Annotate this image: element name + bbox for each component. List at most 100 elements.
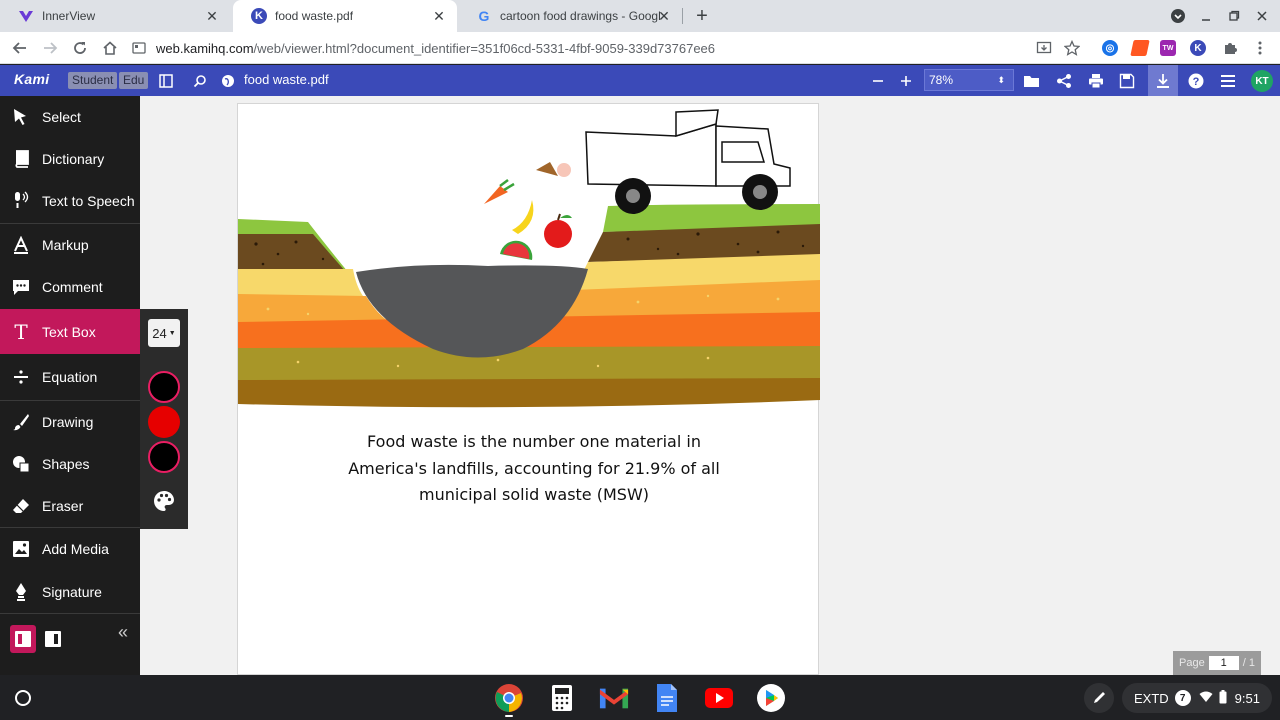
sidebar-item-label: Signature (42, 584, 102, 600)
color-swatch-black[interactable] (148, 371, 180, 403)
search-icon[interactable] (190, 71, 210, 91)
sidebar-item-label: Markup (42, 237, 89, 253)
zoom-out-icon[interactable] (868, 71, 888, 91)
sidebar-item-markup[interactable]: Markup (0, 224, 140, 266)
page-indicator: Page 1 / 1 (1173, 651, 1261, 675)
tab-google[interactable]: G cartoon food drawings - Google ✕ (458, 0, 682, 32)
sidebar-item-equation[interactable]: Equation (0, 356, 140, 398)
chevron-down-icon: ▼ (168, 329, 176, 337)
gmail-app-icon[interactable] (599, 683, 629, 713)
close-icon[interactable]: ✕ (431, 8, 447, 24)
play-store-app-icon[interactable] (756, 683, 786, 713)
minimize-icon[interactable] (1194, 4, 1218, 28)
clock-time: 9:51 (1234, 690, 1260, 706)
sidebar-item-signature[interactable]: Signature (0, 571, 140, 613)
print-icon[interactable] (1086, 71, 1106, 91)
student-badge: Student (68, 72, 118, 89)
site-info-icon[interactable] (132, 41, 146, 55)
install-app-icon[interactable] (1032, 36, 1056, 60)
sidebar-item-dictionary[interactable]: Dictionary (0, 138, 140, 180)
sidebar-item-drawing[interactable]: Drawing (0, 401, 140, 443)
back-icon[interactable] (8, 36, 32, 60)
document-caption: Food waste is the number one material in… (238, 429, 830, 509)
url-host: web.kamihq.com (156, 40, 254, 56)
pen-icon (1094, 692, 1105, 703)
home-icon[interactable] (98, 36, 122, 60)
document-name: food waste.pdf (244, 72, 329, 87)
help-icon[interactable]: ? (1186, 71, 1206, 91)
divider (0, 613, 140, 614)
more-menu-icon[interactable] (1248, 36, 1272, 60)
chrome-app-icon[interactable] (494, 683, 524, 713)
sidebar-item-label: Equation (42, 369, 98, 385)
tab-title: cartoon food drawings - Google (500, 9, 660, 23)
sidebar-item-text-to-speech[interactable]: Text to Speech (0, 180, 140, 222)
active-app-indicator (505, 715, 513, 717)
sidebar-item-shapes[interactable]: Shapes (0, 443, 140, 485)
restore-icon[interactable] (1222, 4, 1246, 28)
book-icon (10, 148, 32, 170)
bookmark-star-icon[interactable] (1060, 36, 1084, 60)
tab-innerview[interactable]: InnerView ✕ (0, 0, 230, 32)
sidebar-item-add-media[interactable]: Add Media (0, 528, 140, 570)
collapse-sidebar-icon[interactable]: « (118, 622, 128, 643)
pdf-page[interactable]: Food waste is the number one material in… (237, 103, 820, 675)
pen-nib-icon (10, 581, 32, 603)
status-tray[interactable]: EXTD 7 9:51 (1122, 683, 1272, 713)
extension-screencastify-icon[interactable]: ◎ (1102, 40, 1118, 56)
page-number-input[interactable]: 1 (1208, 656, 1239, 670)
avatar[interactable]: KT (1251, 70, 1273, 92)
open-folder-icon[interactable] (1022, 71, 1042, 91)
zoom-in-icon[interactable] (896, 71, 916, 91)
edu-badge: Edu (119, 72, 149, 89)
cursor-arrow-icon (10, 106, 32, 128)
share-icon[interactable] (1054, 71, 1074, 91)
caption-line: Food waste is the number one material in (367, 432, 701, 451)
new-tab-button[interactable]: + (690, 4, 714, 28)
docs-app-icon[interactable] (652, 683, 682, 713)
extension-highlighter-icon[interactable] (1130, 40, 1150, 56)
extensions-icon[interactable] (1218, 36, 1242, 60)
url-field[interactable]: web.kamihq.com/web/viewer.html?document_… (132, 35, 1092, 61)
reload-icon[interactable] (68, 36, 92, 60)
svg-text:?: ? (1193, 76, 1200, 88)
extension-puzzle-icon[interactable]: TW (1160, 40, 1176, 56)
close-icon[interactable]: ✕ (656, 8, 672, 24)
save-icon[interactable] (1117, 71, 1137, 91)
download-icon[interactable] (1148, 65, 1178, 96)
globe-icon (218, 71, 238, 91)
caption-line: America's landfills, accounting for 21.9… (348, 458, 720, 478)
tool-sidebar: Select Dictionary Text to Speech Markup … (0, 96, 140, 675)
youtube-app-icon[interactable] (704, 683, 734, 713)
sidebar-item-label: Add Media (42, 541, 109, 557)
tab-food-waste[interactable]: K food waste.pdf ✕ (233, 0, 457, 32)
sidebar-item-eraser[interactable]: Eraser (0, 485, 140, 527)
hamburger-menu-icon[interactable] (1218, 71, 1238, 91)
extension-kami-icon[interactable]: K (1190, 40, 1206, 56)
stylus-tools-button[interactable] (1084, 683, 1114, 713)
layout-right-toggle[interactable] (40, 625, 66, 653)
layout-left-toggle[interactable] (10, 625, 36, 653)
close-window-icon[interactable] (1250, 4, 1274, 28)
sidebar-item-label: Dictionary (42, 151, 105, 167)
google-icon: G (478, 8, 490, 24)
tab-title: food waste.pdf (275, 9, 354, 23)
font-size-select[interactable]: 24 ▼ (148, 319, 180, 347)
sidebar-item-comment[interactable]: Comment (0, 266, 140, 308)
palette-icon[interactable] (152, 489, 176, 518)
sidebar-toggle-icon[interactable] (156, 71, 176, 91)
zoom-select[interactable]: 78% ⬍ (924, 69, 1014, 91)
calculator-app-icon[interactable] (547, 683, 577, 713)
tab-search-icon[interactable] (1166, 4, 1190, 28)
color-swatch-red[interactable] (148, 406, 180, 438)
sidebar-item-text-box[interactable]: T Text Box (0, 309, 140, 354)
close-icon[interactable]: ✕ (204, 8, 220, 24)
text-t-icon: T (14, 319, 28, 344)
sidebar-item-label: Text Box (42, 323, 96, 340)
kami-logo: Kami (14, 71, 50, 87)
forward-icon[interactable] (38, 36, 62, 60)
color-swatch-black-2[interactable] (148, 441, 180, 473)
launcher-icon[interactable] (8, 683, 38, 713)
sidebar-item-select[interactable]: Select (0, 96, 140, 138)
sidebar-item-label: Select (42, 109, 81, 125)
